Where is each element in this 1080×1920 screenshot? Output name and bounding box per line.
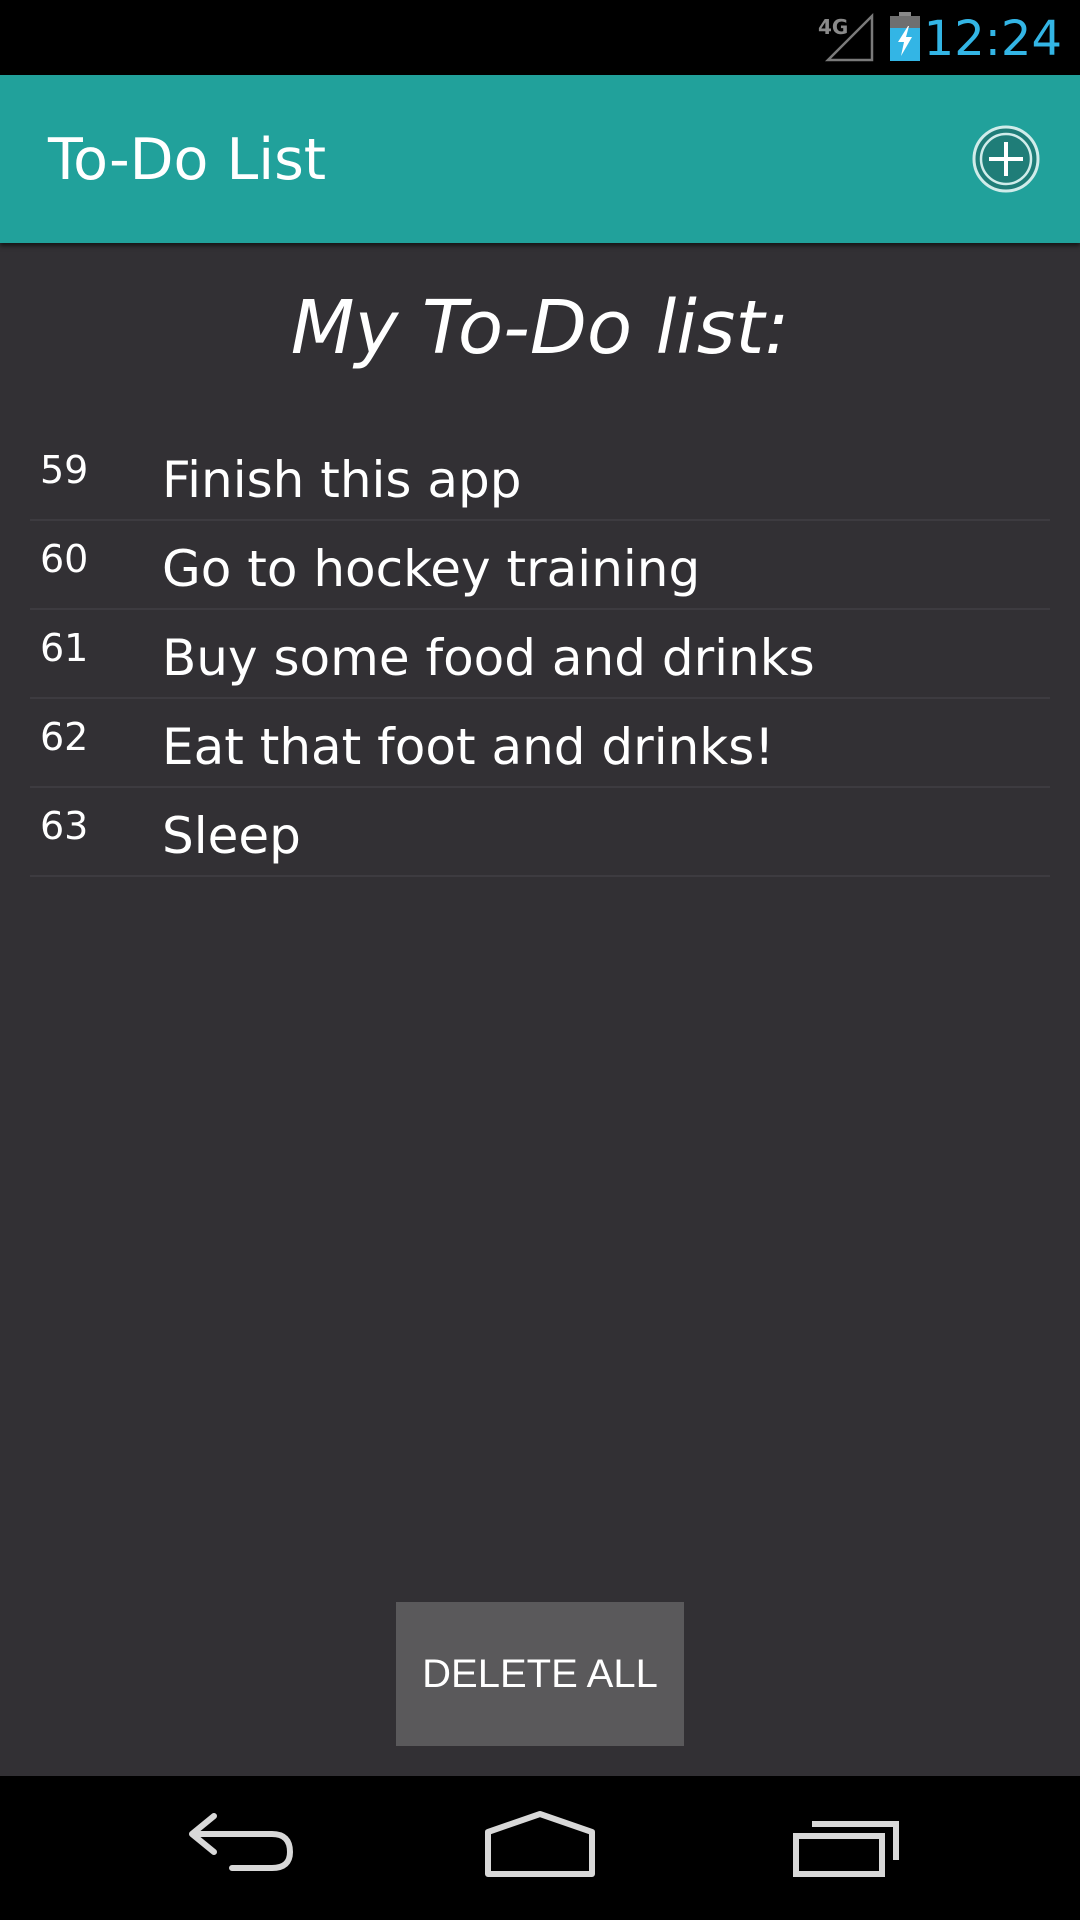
navigation-bar: [0, 1776, 1080, 1920]
clock: 12:24: [923, 11, 1062, 67]
delete-all-button[interactable]: DELETE ALL: [396, 1602, 684, 1746]
battery-charging-icon: [890, 12, 920, 61]
list-item[interactable]: 59 Finish this app: [30, 432, 1050, 521]
item-number: 60: [40, 537, 89, 581]
item-number: 63: [40, 804, 89, 848]
item-text: Finish this app: [162, 451, 522, 509]
screen: 4G 12:24 To-Do List My To-Do list: 59 Fi…: [0, 0, 1080, 1920]
list-item[interactable]: 61 Buy some food and drinks: [30, 610, 1050, 699]
app-title: To-Do List: [48, 127, 327, 193]
item-number: 62: [40, 715, 89, 759]
list-item[interactable]: 60 Go to hockey training: [30, 521, 1050, 610]
back-icon[interactable]: [180, 1808, 300, 1888]
list-item[interactable]: 62 Eat that foot and drinks!: [30, 699, 1050, 788]
svg-text:4G: 4G: [818, 15, 848, 39]
signal-icon: 4G: [818, 12, 874, 62]
status-bar: 4G 12:24: [0, 0, 1080, 75]
page-heading: My To-Do list:: [290, 285, 790, 371]
item-number: 61: [40, 626, 89, 670]
item-text: Go to hockey training: [162, 540, 701, 598]
item-text: Buy some food and drinks: [162, 629, 815, 687]
item-text: Eat that foot and drinks!: [162, 718, 775, 776]
list-item[interactable]: 63 Sleep: [30, 788, 1050, 877]
todo-list: 59 Finish this app 60 Go to hockey train…: [30, 432, 1050, 877]
home-icon[interactable]: [480, 1808, 600, 1888]
add-circle-icon[interactable]: [970, 123, 1042, 195]
action-bar: To-Do List: [0, 75, 1080, 243]
item-number: 59: [40, 448, 89, 492]
recent-apps-icon[interactable]: [784, 1808, 904, 1888]
item-text: Sleep: [162, 807, 301, 865]
